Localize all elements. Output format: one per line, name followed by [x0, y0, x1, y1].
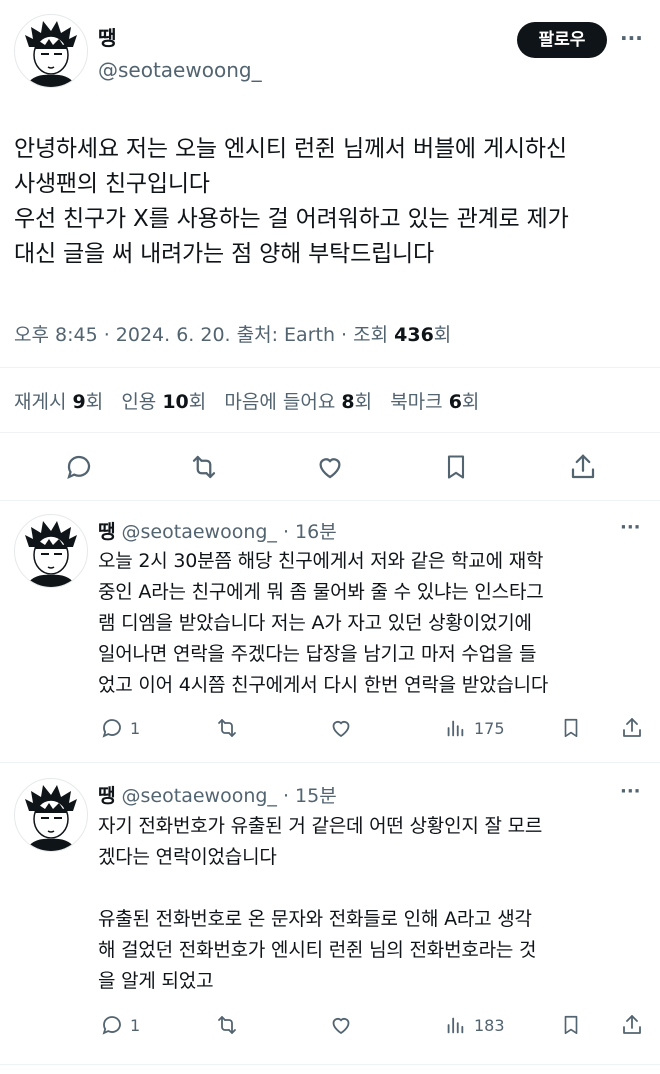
main-tweet-text: 안녕하세요 저는 오늘 엔시티 런쥔 님께서 버블에 게시하신 사생팬의 친구입…: [14, 136, 569, 267]
more-options-icon[interactable]: ···: [620, 517, 641, 538]
follow-button[interactable]: 팔로우: [517, 22, 607, 58]
divider: [0, 432, 660, 433]
repost-stat-count: 9: [72, 391, 86, 413]
quote-stat-count: 10: [162, 391, 189, 413]
reply-header: 땡 @seotaewoong_ · 15분: [98, 781, 337, 808]
quote-stat[interactable]: 인용 10회: [121, 391, 206, 413]
reply-time[interactable]: · 16분: [283, 521, 337, 543]
quote-stat-suffix: 회: [188, 391, 207, 413]
reply-avatar[interactable]: [14, 778, 88, 852]
views-action[interactable]: 175: [444, 716, 505, 740]
reply-header: 땡 @seotaewoong_ · 16분: [98, 517, 337, 544]
share-icon[interactable]: [620, 1013, 644, 1037]
share-icon[interactable]: [568, 452, 598, 482]
reply-author-name[interactable]: 땡: [98, 785, 115, 807]
more-options-icon[interactable]: ···: [620, 26, 643, 50]
views-action[interactable]: 183: [444, 1013, 505, 1037]
tweet-timestamp[interactable]: 오후 8:45 · 2024. 6. 20. 출처: Earth · 조회: [14, 324, 394, 346]
repost-stat[interactable]: 재게시 9회: [14, 391, 103, 413]
main-author-handle[interactable]: @seotaewoong_: [98, 58, 262, 82]
like-stat-count: 8: [341, 391, 355, 413]
like-stat-label: 마음에 들어요: [224, 391, 342, 413]
views-count: 436: [394, 324, 434, 346]
bookmark-icon[interactable]: [560, 716, 582, 740]
more-options-icon[interactable]: ···: [620, 781, 641, 802]
reply-author-handle[interactable]: @seotaewoong_: [122, 521, 277, 543]
like-icon[interactable]: [329, 1013, 353, 1037]
main-author-name[interactable]: 땡: [98, 22, 116, 51]
bookmark-stat-label: 북마크: [390, 391, 449, 413]
reply-icon: [100, 716, 124, 740]
views-icon: [444, 716, 466, 740]
reply-time[interactable]: · 15분: [283, 785, 337, 807]
bookmark-icon[interactable]: [560, 1013, 582, 1037]
repost-icon[interactable]: [188, 452, 220, 482]
divider: [0, 367, 660, 368]
divider: [0, 500, 660, 501]
reply-text: 오늘 2시 30분쯤 해당 친구에게서 저와 같은 학교에 재학 중인 A라는 …: [98, 550, 549, 696]
reply-icon[interactable]: [64, 452, 94, 482]
reply-action[interactable]: 1: [100, 716, 140, 740]
reply-avatar[interactable]: [14, 514, 88, 588]
divider: [0, 1064, 660, 1065]
reply-action[interactable]: 1: [100, 1013, 140, 1037]
bookmark-stat[interactable]: 북마크 6회: [390, 391, 479, 413]
tweet-stats: 재게시 9회 인용 10회 마음에 들어요 8회 북마크 6회: [14, 387, 479, 414]
repost-icon[interactable]: [214, 716, 240, 740]
reply-author-handle[interactable]: @seotaewoong_: [122, 785, 277, 807]
tweet-meta: 오후 8:45 · 2024. 6. 20. 출처: Earth · 조회 43…: [14, 320, 451, 347]
divider: [0, 762, 660, 763]
reply-icon: [100, 1013, 124, 1037]
reply-count: 1: [130, 1015, 141, 1035]
bookmark-icon[interactable]: [442, 452, 470, 482]
views-count: 175: [474, 718, 505, 738]
like-stat[interactable]: 마음에 들어요 8회: [224, 391, 372, 413]
repost-icon[interactable]: [214, 1013, 240, 1037]
views-icon: [444, 1013, 466, 1037]
like-stat-suffix: 회: [354, 391, 373, 413]
quote-stat-label: 인용: [121, 391, 163, 413]
like-icon[interactable]: [315, 452, 345, 482]
repost-stat-label: 재게시: [14, 391, 73, 413]
reply-author-name[interactable]: 땡: [98, 521, 115, 543]
reply-count: 1: [130, 718, 141, 738]
bookmark-stat-count: 6: [448, 391, 462, 413]
share-icon[interactable]: [620, 716, 644, 740]
like-icon[interactable]: [329, 716, 353, 740]
views-suffix: 회: [433, 324, 452, 346]
views-count: 183: [474, 1015, 505, 1035]
main-avatar[interactable]: [14, 14, 88, 88]
bookmark-stat-suffix: 회: [461, 391, 480, 413]
avatar-illustration: [25, 21, 77, 87]
avatar-illustration: [25, 785, 77, 851]
reply-text: 자기 전화번호가 유출된 거 같은데 어떤 상황인지 잘 모르 겠다는 연락이었…: [98, 815, 543, 992]
repost-stat-suffix: 회: [85, 391, 104, 413]
avatar-illustration: [25, 521, 77, 587]
